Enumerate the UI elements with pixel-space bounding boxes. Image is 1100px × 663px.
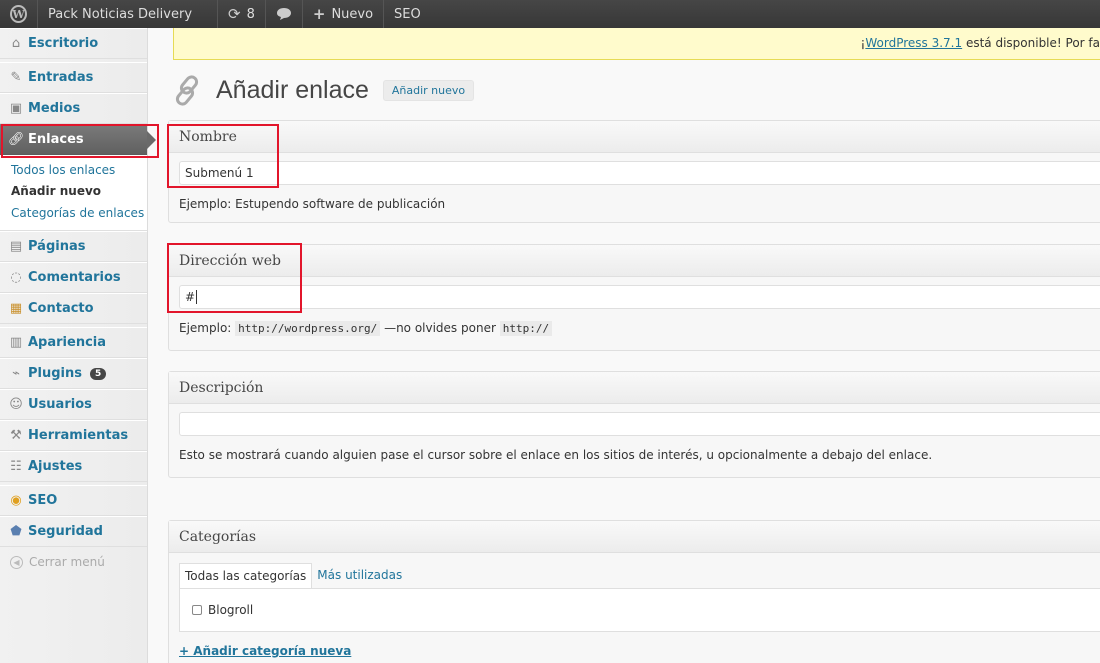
submenu-add-new[interactable]: Añadir nuevo <box>11 181 147 202</box>
submenu-all-links[interactable]: Todos los enlaces <box>11 160 147 181</box>
sidebar-item-label: Ajustes <box>28 459 83 474</box>
admin-bar: W Pack Noticias Delivery ⟳ 8 + Nuevo SEO <box>0 0 1100 28</box>
plug-icon: ⌁ <box>12 366 20 381</box>
notice-text: está disponible! Por fa <box>962 36 1100 50</box>
sidebar-item-label: Escritorio <box>28 36 99 51</box>
collapse-menu-button[interactable]: ◀ Cerrar menú <box>0 547 147 577</box>
sidebar-item-label: Plugins <box>28 366 82 381</box>
category-tabs: Todas las categorías Más utilizadas <box>179 563 1097 588</box>
updates-button[interactable]: ⟳ 8 <box>218 0 266 28</box>
sidebar-item-label: Seguridad <box>28 524 103 539</box>
url-hint-protocol: http:// <box>499 321 553 336</box>
name-hint: Ejemplo: Estupendo software de publicaci… <box>179 197 446 211</box>
new-content-button[interactable]: + Nuevo <box>303 0 385 28</box>
description-box: Descripción Esto se mostrará cuando algu… <box>168 371 1100 478</box>
comments-button[interactable] <box>266 0 303 28</box>
highlight-box-direccion-web <box>167 243 302 313</box>
sidebar-item-paginas[interactable]: ▤ Páginas <box>0 231 147 262</box>
page-header: Añadir enlace Añadir nuevo <box>170 72 475 108</box>
plugins-update-badge: 5 <box>90 367 107 380</box>
home-icon: ⌂ <box>11 36 21 51</box>
seo-label: SEO <box>394 6 421 22</box>
contact-form-icon: ▦ <box>9 301 23 316</box>
sidebar-item-entradas[interactable]: ✎ Entradas <box>0 62 147 93</box>
sidebar-item-seguridad[interactable]: ⬟ Seguridad <box>0 516 147 547</box>
sidebar-item-plugins[interactable]: ⌁ Plugins 5 <box>0 358 147 389</box>
comment-icon: ◌ <box>10 270 22 285</box>
url-hint-example: http://wordpress.org/ <box>235 321 381 336</box>
new-label: Nuevo <box>331 6 374 22</box>
add-new-button[interactable]: Añadir nuevo <box>382 79 475 101</box>
comment-bubble-icon <box>276 8 291 20</box>
sidebar-item-ajustes[interactable]: ☷ Ajustes <box>0 451 147 482</box>
url-box: Dirección web # Ejemplo: http://wordpres… <box>168 244 1100 351</box>
sidebar-item-comentarios[interactable]: ◌ Comentarios <box>0 262 147 293</box>
update-notice: ¡WordPress 3.7.1 está disponible! Por fa <box>173 28 1100 60</box>
wordpress-logo-button[interactable]: W <box>0 0 38 28</box>
page-title: Añadir enlace <box>216 75 369 104</box>
sidebar-item-contacto[interactable]: ▦ Contacto <box>0 293 147 324</box>
wordpress-logo-icon: W <box>10 5 27 23</box>
tab-all-categories[interactable]: Todas las categorías <box>179 563 313 588</box>
sidebar-item-label: Entradas <box>28 70 94 85</box>
sidebar-item-herramientas[interactable]: ⚒ Herramientas <box>0 420 147 451</box>
submenu-link-categories[interactable]: Categorías de enlaces <box>11 202 147 224</box>
sidebar-item-label: SEO <box>28 493 58 508</box>
sidebar-item-label: Herramientas <box>28 428 129 443</box>
sidebar-item-usuarios[interactable]: ☺ Usuarios <box>0 389 147 420</box>
plus-icon: + <box>312 5 326 23</box>
sidebar-item-escritorio[interactable]: ⌂ Escritorio <box>0 28 147 59</box>
seo-menu-button[interactable]: SEO <box>384 0 431 28</box>
sidebar-item-label: Medios <box>28 101 81 116</box>
add-category-link[interactable]: + Añadir categoría nueva <box>179 644 1097 658</box>
sidebar-item-label: Apariencia <box>28 335 107 350</box>
sidebar-item-label: Contacto <box>28 301 94 316</box>
sidebar-item-label: Usuarios <box>28 397 92 412</box>
description-box-title: Descripción <box>169 372 1100 404</box>
collapse-menu-label: Cerrar menú <box>29 555 105 569</box>
collapse-arrow-icon: ◀ <box>10 555 23 569</box>
tools-icon: ⚒ <box>10 428 22 443</box>
media-icon: ▣ <box>9 101 23 116</box>
categories-box-title: Categorías <box>169 521 1100 553</box>
shield-icon: ⬟ <box>10 524 22 539</box>
url-hint-prefix: Ejemplo: <box>179 321 232 335</box>
pin-icon: ✎ <box>10 70 22 85</box>
page-icon: ▤ <box>9 239 23 254</box>
settings-icon: ☷ <box>10 459 22 474</box>
url-box-title: Dirección web <box>169 245 1100 277</box>
main-content: ¡WordPress 3.7.1 está disponible! Por fa… <box>148 28 1100 663</box>
highlight-box-enlaces <box>1 124 159 158</box>
sidebar-item-seo[interactable]: ◉ SEO <box>0 485 147 516</box>
tab-most-used[interactable]: Más utilizadas <box>312 563 407 588</box>
sidebar-item-medios[interactable]: ▣ Medios <box>0 93 147 124</box>
sidebar-item-apariencia[interactable]: ▥ Apariencia <box>0 327 147 358</box>
link-chain-icon <box>175 75 199 106</box>
link-description-input[interactable] <box>179 412 1100 436</box>
url-hint-middle: —no olvides poner <box>384 321 496 335</box>
enlaces-submenu: Todos los enlaces Añadir nuevo Categoría… <box>0 155 147 231</box>
blogroll-label: Blogroll <box>208 603 254 617</box>
description-hint: Esto se mostrará cuando alguien pase el … <box>179 448 933 462</box>
site-name-link[interactable]: Pack Noticias Delivery <box>38 0 218 28</box>
name-box: Nombre Submenú 1 Ejemplo: Estupendo soft… <box>168 120 1100 223</box>
wordpress-update-link[interactable]: WordPress 3.7.1 <box>865 36 962 50</box>
site-name-label: Pack Noticias Delivery <box>48 6 193 22</box>
appearance-icon: ▥ <box>9 335 23 350</box>
sidebar-item-label: Páginas <box>28 239 86 254</box>
categories-box: Categorías Todas las categorías Más util… <box>168 520 1100 663</box>
updates-count: 8 <box>246 6 255 22</box>
blogroll-checkbox[interactable] <box>192 605 202 615</box>
name-box-title: Nombre <box>169 121 1100 153</box>
link-url-input[interactable]: # <box>179 285 1100 309</box>
url-hint: Ejemplo: http://wordpress.org/ —no olvid… <box>179 321 1097 336</box>
seo-plugin-icon: ◉ <box>10 493 22 508</box>
link-name-input[interactable]: Submenú 1 <box>179 161 1100 185</box>
category-list: Blogroll <box>179 588 1100 632</box>
highlight-box-nombre <box>167 124 279 188</box>
sidebar-item-label: Comentarios <box>28 270 121 285</box>
users-icon: ☺ <box>9 397 23 412</box>
refresh-icon: ⟳ <box>228 5 241 23</box>
